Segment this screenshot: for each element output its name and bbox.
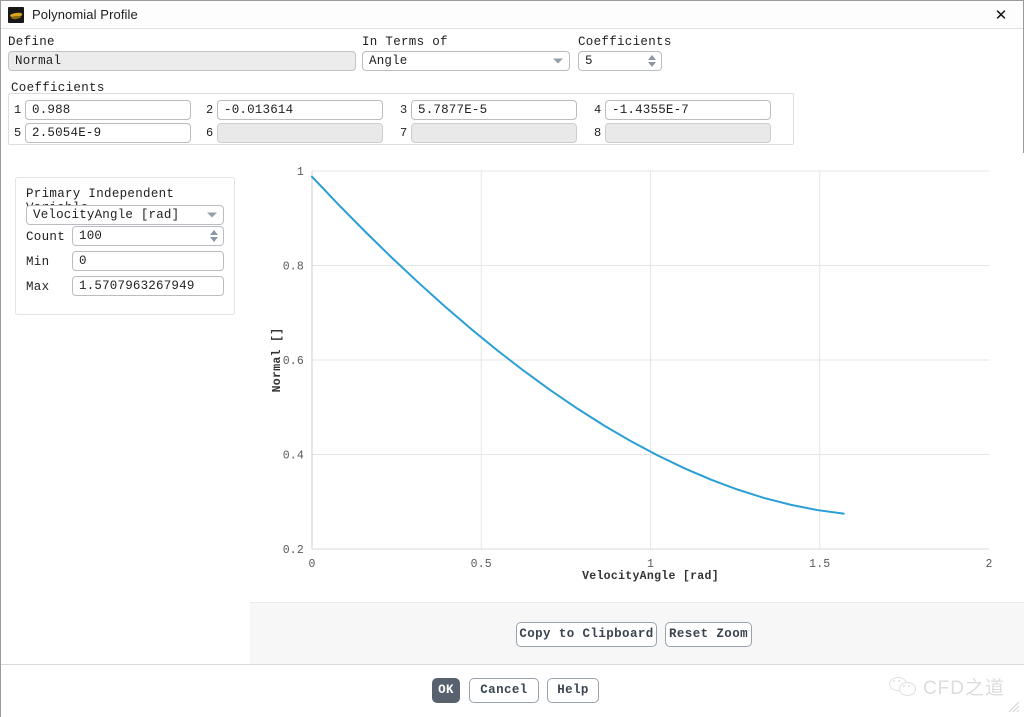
close-icon[interactable]: ✕ [979, 1, 1023, 28]
coefficient-index: 6 [206, 126, 217, 140]
coefficient-input-6 [217, 123, 383, 143]
ok-button[interactable]: OK [432, 678, 460, 703]
coefficient-index: 3 [400, 103, 411, 117]
coefficient-index: 4 [594, 103, 605, 117]
coefficient-index: 7 [400, 126, 411, 140]
define-label: Define [8, 35, 55, 49]
primary-variable-select[interactable]: VelocityAngle [rad] [26, 205, 224, 225]
stepper-down-icon[interactable] [210, 237, 218, 242]
count-stepper[interactable]: 100 [72, 226, 224, 246]
y-axis-title: Normal [] [271, 328, 284, 393]
svg-text:1: 1 [297, 166, 304, 179]
coefficients-count-stepper[interactable]: 5 [578, 51, 662, 71]
svg-text:0.8: 0.8 [283, 261, 304, 274]
polynomial-plot[interactable]: 0.20.40.60.8100.511.52 VelocityAngle [ra… [250, 153, 1024, 602]
form-area: Define Normal In Terms of Angle Coeffici… [1, 29, 1023, 149]
plot-tick-labels: 0.20.40.60.8100.511.52 [283, 166, 993, 571]
coefficient-input-3[interactable]: 5.7877E-5 [411, 100, 577, 120]
app-icon [8, 7, 24, 23]
svg-text:2: 2 [985, 558, 992, 571]
reset-zoom-button[interactable]: Reset Zoom [665, 622, 752, 647]
coefficient-cell: 1 0.988 [14, 100, 191, 120]
stepper-up-icon[interactable] [648, 55, 656, 60]
coefficient-cell: 6 [206, 123, 383, 143]
chart-toolbar: Copy to Clipboard Reset Zoom [250, 602, 1024, 664]
svg-text:0.5: 0.5 [471, 558, 492, 571]
count-label: Count [26, 230, 65, 244]
in-terms-of-select[interactable]: Angle [362, 51, 570, 71]
svg-text:1.5: 1.5 [809, 558, 830, 571]
plot-gridlines [312, 171, 989, 549]
svg-text:0.6: 0.6 [283, 355, 304, 368]
svg-text:0: 0 [308, 558, 315, 571]
min-input[interactable]: 0 [72, 251, 224, 271]
define-field[interactable]: Normal [8, 51, 356, 71]
coefficient-input-7 [411, 123, 577, 143]
title-bar: Polynomial Profile ✕ [1, 1, 1023, 29]
coefficient-cell: 2 -0.013614 [206, 100, 383, 120]
coefficient-cell: 4 -1.4355E-7 [594, 100, 771, 120]
coefficient-cell: 3 5.7877E-5 [400, 100, 577, 120]
polynomial-profile-window: Polynomial Profile ✕ Define Normal In Te… [0, 0, 1024, 717]
coefficients-count-value: 5 [585, 54, 593, 68]
coefficient-input-2[interactable]: -0.013614 [217, 100, 383, 120]
x-axis-title: VelocityAngle [rad] [582, 570, 719, 583]
chevron-down-icon [207, 213, 217, 218]
in-terms-of-value: Angle [369, 54, 408, 68]
coefficient-index: 1 [14, 103, 25, 117]
coefficient-input-4[interactable]: -1.4355E-7 [605, 100, 771, 120]
coefficient-cell: 8 [594, 123, 771, 143]
coefficients-group: 1 0.988 2 -0.013614 3 5.7877E-5 4 -1.435… [8, 93, 794, 145]
chart-panel[interactable]: 0.20.40.60.8100.511.52 VelocityAngle [ra… [250, 153, 1024, 602]
coefficient-cell: 5 2.5054E-9 [14, 123, 191, 143]
coefficient-index: 5 [14, 126, 25, 140]
coefficient-input-1[interactable]: 0.988 [25, 100, 191, 120]
chevron-down-icon [553, 59, 563, 64]
window-title: Polynomial Profile [32, 7, 138, 22]
coefficient-index: 2 [206, 103, 217, 117]
curve-normal [312, 177, 844, 514]
max-input[interactable]: 1.5707963267949 [72, 276, 224, 296]
svg-text:0.2: 0.2 [283, 544, 304, 557]
coefficient-input-8 [605, 123, 771, 143]
coefficient-cell: 7 [400, 123, 577, 143]
dialog-footer: OK Cancel Help [1, 664, 1024, 717]
stepper-down-icon[interactable] [648, 62, 656, 67]
primary-independent-variable-panel: Primary Independent Variable VelocityAng… [15, 177, 235, 315]
copy-to-clipboard-button[interactable]: Copy to Clipboard [516, 622, 657, 647]
count-value: 100 [79, 229, 102, 243]
min-label: Min [26, 255, 49, 269]
coefficient-input-5[interactable]: 2.5054E-9 [25, 123, 191, 143]
in-terms-of-label: In Terms of [362, 35, 448, 49]
stepper-up-icon[interactable] [210, 230, 218, 235]
svg-text:0.4: 0.4 [283, 450, 304, 463]
coefficient-index: 8 [594, 126, 605, 140]
max-label: Max [26, 280, 49, 294]
resize-grip-icon[interactable] [1008, 701, 1020, 713]
help-button[interactable]: Help [547, 678, 599, 703]
cancel-button[interactable]: Cancel [469, 678, 539, 703]
primary-variable-value: VelocityAngle [rad] [33, 208, 179, 222]
coefficients-count-label: Coefficients [578, 35, 672, 49]
